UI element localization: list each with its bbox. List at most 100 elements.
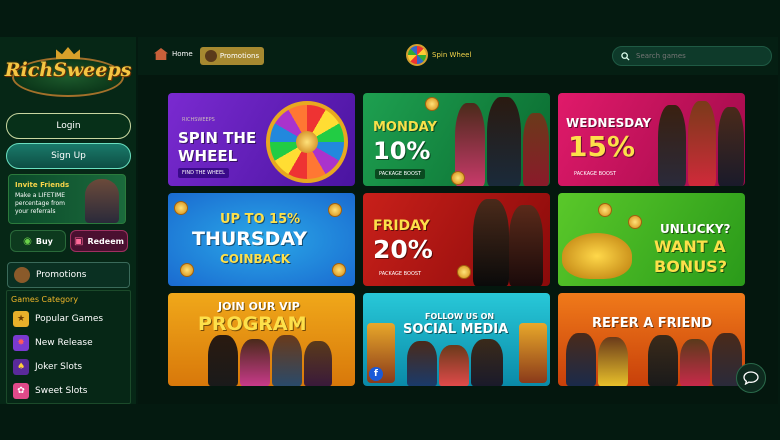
promo-line2: PROGRAM — [198, 313, 307, 335]
redeem-button[interactable]: ▣ Redeem — [70, 230, 128, 252]
games-category-title: Games Category — [11, 295, 79, 304]
nav-spin-wheel-label: Spin Wheel — [432, 51, 472, 59]
person-image — [439, 345, 469, 386]
person-image — [471, 339, 503, 386]
promo-card-wednesday[interactable]: WEDNESDAY 15% PACKAGE BOOST — [558, 93, 745, 186]
category-label: Sweet Slots — [35, 386, 88, 396]
invite-subtitle: Make a LIFETIME percentage from your ref… — [15, 192, 66, 215]
gift-icon: ▣ — [74, 235, 84, 247]
buy-label: Buy — [35, 236, 53, 246]
coin-icon — [180, 263, 194, 277]
top-bar: Home Promotions Spin Wheel — [138, 37, 778, 75]
promo-card-vip[interactable]: JOIN OUR VIP PROGRAM — [168, 293, 355, 386]
category-sweet-slots[interactable]: ✿ Sweet Slots — [13, 383, 87, 399]
promo-line2: SOCIAL MEDIA — [403, 322, 509, 337]
person-image — [680, 339, 710, 386]
page-footer-area — [0, 404, 780, 440]
person-image — [718, 107, 744, 186]
coin-icon — [332, 263, 346, 277]
coin-icon — [425, 97, 439, 111]
promo-line3: COINBACK — [220, 252, 291, 266]
games-category-panel: Games Category ★ Popular Games ✸ New Rel… — [6, 290, 131, 404]
promo-card-monday[interactable]: MONDAY 10% PACKAGE BOOST — [363, 93, 550, 186]
person-image — [658, 105, 686, 186]
category-label: Popular Games — [35, 314, 104, 324]
category-label: New Release — [35, 338, 93, 348]
promo-line1: MONDAY — [373, 120, 437, 135]
wheel-icon — [406, 44, 428, 66]
promo-card-friday[interactable]: FRIDAY 20% PACKAGE BOOST — [363, 193, 550, 286]
promo-line1: FOLLOW US ON — [425, 312, 495, 321]
coin-icon — [457, 265, 471, 279]
nav-promotions[interactable]: Promotions — [200, 47, 264, 65]
promo-line1: JOIN OUR VIP — [218, 300, 300, 313]
promo-line2: THURSDAY — [192, 228, 308, 250]
promo-line1: UNLUCKY? — [660, 222, 731, 236]
joker-icon: ♠ — [13, 359, 29, 375]
promo-card-refer[interactable]: REFER A FRIEND — [558, 293, 745, 386]
facebook-icon: f — [369, 367, 383, 381]
promo-card-thursday[interactable]: UP TO 15% THURSDAY COINBACK — [168, 193, 355, 286]
promo-line1: REFER A FRIEND — [592, 316, 713, 331]
invite-title: Invite Friends — [15, 181, 70, 189]
signup-button[interactable]: Sign Up — [6, 143, 131, 169]
person-image — [240, 339, 270, 386]
category-joker-slots[interactable]: ♠ Joker Slots — [13, 359, 82, 375]
promo-line2: 10% — [373, 137, 431, 165]
invite-friends-banner[interactable]: Invite Friends Make a LIFETIME percentag… — [8, 174, 126, 224]
promo-card-unlucky[interactable]: UNLUCKY? WANT A BONUS? — [558, 193, 745, 286]
promo-line3: BONUS? — [654, 257, 727, 276]
person-image — [208, 335, 238, 386]
brand-logo[interactable]: RichSweeps — [4, 41, 132, 99]
promo-card-social[interactable]: f FOLLOW US ON SOCIAL MEDIA — [363, 293, 550, 386]
person-image — [473, 199, 509, 286]
person-image — [566, 333, 596, 386]
promo-line2: 15% — [568, 130, 636, 163]
category-new-release[interactable]: ✸ New Release — [13, 335, 93, 351]
search-bar[interactable] — [612, 46, 772, 66]
redeem-label: Redeem — [87, 236, 124, 246]
candy-icon: ✿ — [13, 383, 29, 399]
sidebar-item-promotions[interactable]: Promotions — [7, 262, 130, 288]
chat-bubble-icon — [743, 371, 759, 385]
promotions-icon — [204, 50, 217, 62]
nav-home[interactable]: Home — [154, 48, 193, 60]
promo-pill: PACKAGE BOOST — [574, 171, 617, 177]
person-image — [272, 335, 302, 386]
login-button[interactable]: Login — [6, 113, 131, 139]
promo-line2: 20% — [373, 235, 433, 264]
promo-line2: WANT A — [654, 237, 726, 256]
nav-home-label: Home — [172, 50, 193, 58]
slot-machine-image — [519, 323, 547, 383]
category-label: Joker Slots — [35, 362, 83, 372]
coin-icon — [598, 203, 612, 217]
coin-icon — [628, 215, 642, 229]
promo-card-spin-wheel[interactable]: RICHSWEEPS SPIN THE WHEEL FIND THE WHEEL — [168, 93, 355, 186]
shield-star-icon: ★ — [13, 311, 29, 327]
search-input[interactable] — [636, 52, 756, 60]
promotions-grid: RICHSWEEPS SPIN THE WHEEL FIND THE WHEEL… — [138, 75, 778, 404]
sidebar-item-label: Promotions — [36, 270, 87, 280]
house-icon — [154, 48, 168, 60]
coin-pot-image — [562, 233, 632, 279]
nav-spin-wheel[interactable]: Spin Wheel — [406, 44, 471, 66]
nav-promotions-label: Promotions — [219, 52, 260, 60]
person-image — [648, 335, 678, 386]
promo-tag: RICHSWEEPS — [182, 117, 215, 123]
person-image — [598, 337, 628, 386]
buy-button[interactable]: ◉ Buy — [10, 230, 66, 252]
wheel-hub — [296, 131, 318, 153]
logo-text: RichSweeps — [4, 59, 132, 81]
coin-icon — [451, 171, 465, 185]
sidebar: RichSweeps Login Sign Up Invite Friends … — [0, 37, 136, 404]
coin-icon — [174, 201, 188, 215]
category-popular-games[interactable]: ★ Popular Games — [13, 311, 103, 327]
promo-pill: PACKAGE BOOST — [379, 271, 422, 277]
person-image — [304, 341, 332, 386]
promo-line1: WEDNESDAY — [566, 116, 652, 130]
promotions-icon — [14, 267, 30, 283]
chat-button[interactable] — [736, 363, 766, 393]
promo-line2: WHEEL — [178, 147, 238, 165]
person-image — [509, 205, 543, 286]
search-icon — [621, 51, 630, 61]
